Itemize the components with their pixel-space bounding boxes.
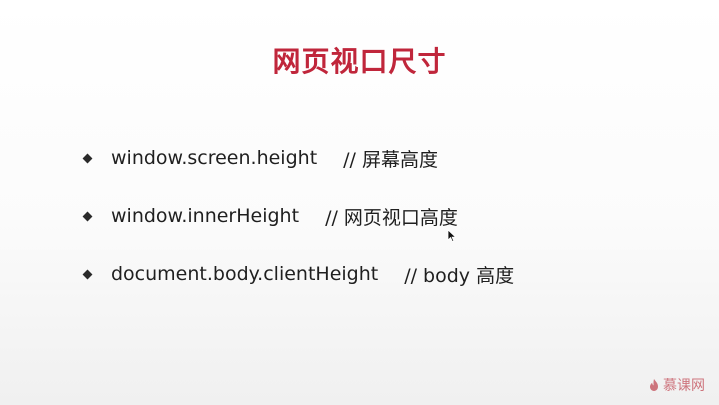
slide-title: 网页视口尺寸 (272, 45, 447, 78)
bullet-item-screen-height: window.screen.height // 屏幕高度 (82, 140, 514, 176)
code-text: document.body.clientHeight (111, 263, 379, 285)
flame-logo-icon (650, 379, 658, 391)
bullet-item-client-height: document.body.clientHeight // body 高度 (82, 256, 515, 292)
diamond-bullet-icon (82, 269, 93, 279)
diamond-bullet-icon (82, 153, 93, 163)
code-text: window.screen.height (111, 147, 318, 169)
bullet-list: window.screen.height // 屏幕高度 window.inne… (82, 140, 515, 314)
watermark-logo: 慕课网 (648, 375, 705, 395)
mouse-cursor-icon (447, 229, 457, 243)
comment-text: // 网页视口高度 (325, 206, 458, 229)
code-text: window.innerHeight (111, 205, 300, 227)
diamond-bullet-icon (82, 211, 93, 221)
presentation-slide: 网页视口尺寸 window.screen.height // 屏幕高度 wind… (0, 0, 719, 405)
watermark-text: 慕课网 (663, 378, 705, 394)
comment-text: // 屏幕高度 (343, 148, 438, 171)
comment-text: // body 高度 (404, 264, 515, 287)
